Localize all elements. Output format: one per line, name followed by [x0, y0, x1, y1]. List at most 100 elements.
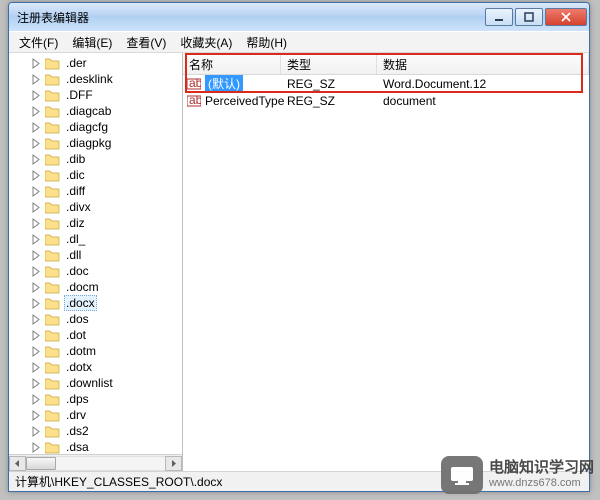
- expand-icon[interactable]: [31, 298, 42, 309]
- expand-icon[interactable]: [31, 58, 42, 69]
- tree-item[interactable]: .dotx: [9, 359, 182, 375]
- expand-icon[interactable]: [31, 410, 42, 421]
- tree-item-label: .diff: [64, 184, 87, 198]
- expand-icon[interactable]: [31, 74, 42, 85]
- folder-icon: [45, 217, 60, 230]
- expand-icon[interactable]: [31, 186, 42, 197]
- tree-item[interactable]: .docx: [9, 295, 182, 311]
- folder-icon: [45, 425, 60, 438]
- expand-icon[interactable]: [31, 218, 42, 229]
- folder-icon: [45, 105, 60, 118]
- folder-icon: [45, 73, 60, 86]
- tree-item-label: .divx: [64, 200, 93, 214]
- minimize-button[interactable]: [485, 8, 513, 26]
- value-row[interactable]: abPerceivedTypeREG_SZdocument: [183, 92, 589, 109]
- client-area: .der .desklink.DFF.diagcab.diagcfg.diagpk…: [9, 53, 589, 471]
- expand-icon[interactable]: [31, 106, 42, 117]
- tree-item[interactable]: .dos: [9, 311, 182, 327]
- tree-item-label: .dot: [64, 328, 88, 342]
- tree-item-label: .dotx: [64, 360, 94, 374]
- titlebar[interactable]: 注册表编辑器: [9, 3, 589, 31]
- folder-icon: [45, 393, 60, 406]
- menubar: 文件(F) 编辑(E) 查看(V) 收藏夹(A) 帮助(H): [9, 31, 589, 53]
- tree-item[interactable]: .dll: [9, 247, 182, 263]
- menu-view[interactable]: 查看(V): [120, 32, 172, 53]
- folder-icon: [45, 249, 60, 262]
- tree-item[interactable]: .ds2: [9, 423, 182, 439]
- tree-item[interactable]: .DFF: [9, 87, 182, 103]
- tree-item[interactable]: .docm: [9, 279, 182, 295]
- tree-item[interactable]: .dsa: [9, 439, 182, 454]
- svg-text:ab: ab: [189, 94, 201, 107]
- string-value-icon: ab: [187, 94, 201, 108]
- menu-favorites[interactable]: 收藏夹(A): [174, 32, 238, 53]
- tree-horizontal-scrollbar[interactable]: [9, 454, 182, 471]
- maximize-button[interactable]: [515, 8, 543, 26]
- tree-item-label: .der: [64, 56, 89, 70]
- window-title: 注册表编辑器: [17, 9, 483, 26]
- expand-icon[interactable]: [31, 282, 42, 293]
- key-tree[interactable]: .der .desklink.DFF.diagcab.diagcfg.diagpk…: [9, 53, 182, 454]
- folder-icon: [45, 89, 60, 102]
- expand-icon[interactable]: [31, 250, 42, 261]
- tree-item[interactable]: .diagpkg: [9, 135, 182, 151]
- expand-icon[interactable]: [31, 394, 42, 405]
- tree-item[interactable]: .diagcfg: [9, 119, 182, 135]
- tree-item[interactable]: .downlist: [9, 375, 182, 391]
- expand-icon[interactable]: [31, 138, 42, 149]
- value-row[interactable]: ab(默认)REG_SZWord.Document.12: [183, 75, 589, 92]
- expand-icon[interactable]: [31, 330, 42, 341]
- menu-file[interactable]: 文件(F): [13, 32, 64, 53]
- expand-icon[interactable]: [31, 154, 42, 165]
- registry-editor-window: 注册表编辑器 文件(F) 编辑(E) 查看(V) 收藏夹(A) 帮助(H) .d…: [8, 2, 590, 492]
- string-value-icon: ab: [187, 77, 201, 91]
- expand-icon[interactable]: [31, 362, 42, 373]
- expand-icon[interactable]: [31, 90, 42, 101]
- tree-item[interactable]: .dib: [9, 151, 182, 167]
- tree-item[interactable]: .doc: [9, 263, 182, 279]
- menu-help[interactable]: 帮助(H): [240, 32, 293, 53]
- folder-icon: [45, 441, 60, 454]
- expand-icon[interactable]: [31, 378, 42, 389]
- value-list[interactable]: ab(默认)REG_SZWord.Document.12abPerceivedT…: [183, 75, 589, 471]
- scroll-thumb[interactable]: [26, 457, 56, 470]
- column-data[interactable]: 数据: [377, 53, 589, 74]
- tree-item[interactable]: .desklink: [9, 71, 182, 87]
- folder-icon: [45, 137, 60, 150]
- tree-item[interactable]: .diff: [9, 183, 182, 199]
- tree-item-label: .diagcfg: [64, 120, 110, 134]
- folder-icon: [45, 265, 60, 278]
- tree-item[interactable]: .divx: [9, 199, 182, 215]
- column-type[interactable]: 类型: [281, 53, 377, 74]
- expand-icon[interactable]: [31, 314, 42, 325]
- tree-item[interactable]: .diz: [9, 215, 182, 231]
- tree-item[interactable]: .dps: [9, 391, 182, 407]
- scroll-track[interactable]: [26, 456, 165, 471]
- tree-item[interactable]: .dl_: [9, 231, 182, 247]
- tree-item[interactable]: .der: [9, 55, 182, 71]
- scroll-right-button[interactable]: [165, 456, 182, 471]
- scroll-left-button[interactable]: [9, 456, 26, 471]
- expand-icon[interactable]: [31, 346, 42, 357]
- folder-icon: [45, 185, 60, 198]
- tree-item[interactable]: .drv: [9, 407, 182, 423]
- tree-item[interactable]: .dotm: [9, 343, 182, 359]
- tree-item-label: .docm: [64, 280, 101, 294]
- tree-item[interactable]: .dot: [9, 327, 182, 343]
- value-data: document: [377, 94, 589, 108]
- menu-edit[interactable]: 编辑(E): [66, 32, 118, 53]
- close-button[interactable]: [545, 8, 587, 26]
- tree-item[interactable]: .diagcab: [9, 103, 182, 119]
- expand-icon[interactable]: [31, 170, 42, 181]
- expand-icon[interactable]: [31, 122, 42, 133]
- tree-item-label: .desklink: [64, 72, 115, 86]
- tree-item[interactable]: .dic: [9, 167, 182, 183]
- expand-icon[interactable]: [31, 426, 42, 437]
- expand-icon[interactable]: [31, 202, 42, 213]
- expand-icon[interactable]: [31, 234, 42, 245]
- column-name[interactable]: 名称: [183, 53, 281, 74]
- expand-icon[interactable]: [31, 442, 42, 453]
- expand-icon[interactable]: [31, 266, 42, 277]
- tree-item-label: .dic: [64, 168, 87, 182]
- tree-item-label: .downlist: [64, 376, 115, 390]
